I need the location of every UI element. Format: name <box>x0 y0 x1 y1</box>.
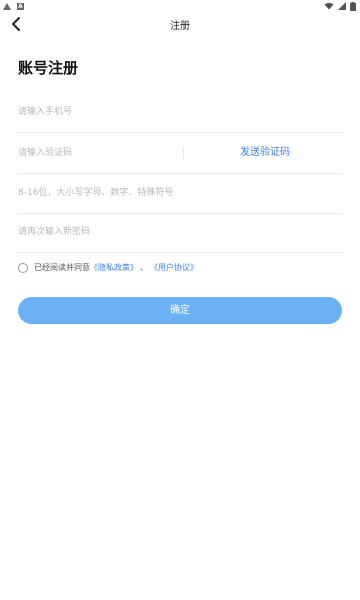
password-input[interactable] <box>18 173 342 213</box>
battery-icon <box>350 1 356 11</box>
verification-code-input[interactable] <box>18 133 178 173</box>
agreement-separator: 、 <box>140 263 148 272</box>
confirm-button[interactable]: 确定 <box>18 297 342 324</box>
register-heading: 账号注册 <box>18 59 79 77</box>
navigation-bar: 注册 <box>0 12 360 38</box>
agreement-text: 已经阅读并同意 <box>34 263 90 272</box>
status-bar-left: A <box>0 2 24 10</box>
user-agreement-link[interactable]: 《用户协议》 <box>150 262 198 273</box>
a-notification-icon: A <box>17 2 24 10</box>
wifi-icon <box>324 2 334 10</box>
register-screen: A 注册 账号注册 发送验证码 <box>0 0 360 600</box>
phone-input[interactable] <box>18 92 342 132</box>
privacy-policy-link[interactable]: 《隐私政策》 <box>90 262 138 273</box>
agreement-radio[interactable] <box>18 262 28 273</box>
password-field <box>18 173 342 214</box>
warning-icon <box>3 2 11 10</box>
code-divider <box>183 147 184 159</box>
code-field: 发送验证码 <box>18 133 342 174</box>
confirm-password-input[interactable] <box>18 212 342 252</box>
page-title: 注册 <box>170 21 190 32</box>
phone-field <box>18 92 342 133</box>
agreement-row: 已经阅读并同意 《隐私政策》 、 《用户协议》 <box>18 262 198 273</box>
confirm-password-field <box>18 212 342 253</box>
send-code-button[interactable]: 发送验证码 <box>188 133 342 173</box>
status-bar-right <box>324 1 360 11</box>
signal-icon <box>338 2 346 10</box>
status-bar: A <box>0 0 360 12</box>
